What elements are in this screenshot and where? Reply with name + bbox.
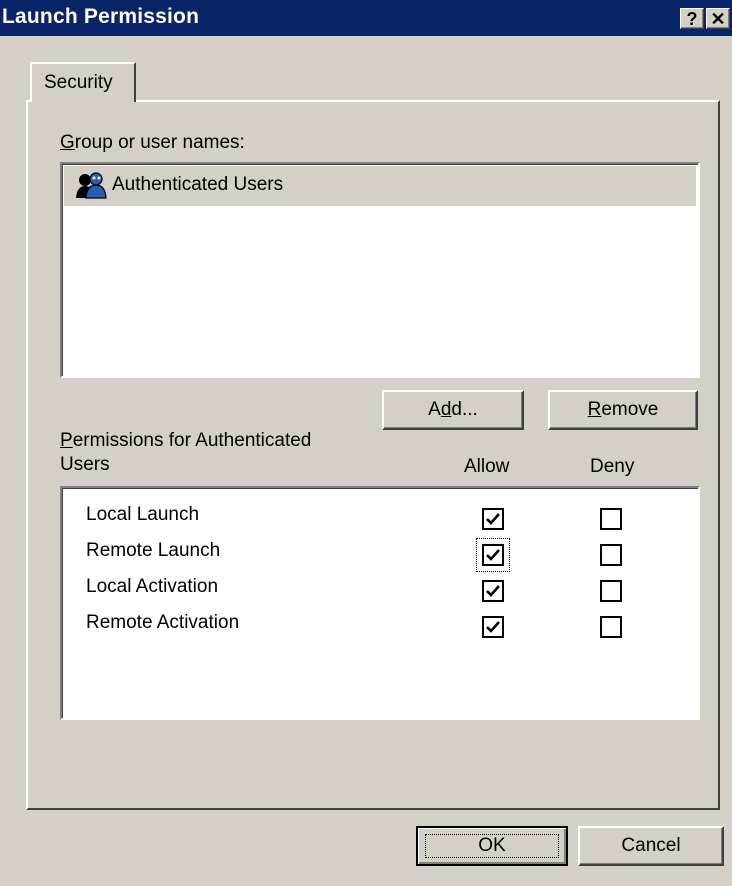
focus-rectangle — [425, 834, 559, 858]
cancel-button-label: Cancel — [621, 835, 681, 856]
close-icon[interactable]: ✕ — [706, 8, 730, 29]
allow-checkbox-remote-activation[interactable] — [482, 616, 504, 638]
permissions-list[interactable]: Local Launch Remote Launch Local Activat… — [60, 486, 700, 720]
permissions-label-line2: Users — [60, 454, 110, 475]
permission-row-remote-activation: Remote Activation — [62, 612, 698, 646]
window-title: Launch Permission — [2, 5, 200, 28]
deny-checkbox-local-activation[interactable] — [600, 580, 622, 602]
permission-name: Remote Activation — [86, 612, 240, 633]
group-user-list[interactable]: Authenticated Users — [60, 162, 700, 378]
tab-security[interactable]: Security — [30, 62, 136, 102]
group-users-icon — [76, 172, 107, 199]
title-bar[interactable]: Launch Permission ? ✕ — [0, 0, 732, 36]
deny-checkbox-remote-launch[interactable] — [600, 544, 622, 566]
permissions-label: Permissions for Authenticated — [60, 430, 312, 451]
permission-row-local-activation: Local Activation — [62, 576, 698, 610]
check-icon — [486, 549, 500, 561]
cancel-button[interactable]: Cancel — [578, 826, 724, 866]
list-item-authenticated-users[interactable]: Authenticated Users — [64, 166, 696, 206]
permission-name: Local Launch — [86, 504, 200, 525]
help-icon[interactable]: ? — [680, 8, 704, 29]
allow-column-header: Allow — [464, 456, 510, 477]
add-button[interactable]: Add... — [382, 390, 524, 430]
permission-row-local-launch: Local Launch — [62, 504, 698, 538]
ok-button[interactable]: OK — [416, 826, 568, 866]
allow-checkbox-local-launch[interactable] — [482, 508, 504, 530]
permission-name: Remote Launch — [86, 540, 221, 561]
permission-row-remote-launch: Remote Launch — [62, 538, 698, 574]
check-icon — [486, 513, 500, 525]
remove-button[interactable]: Remove — [548, 390, 698, 430]
group-or-user-names-label: Group or user names: — [60, 132, 245, 153]
deny-checkbox-local-launch[interactable] — [600, 508, 622, 530]
deny-checkbox-remote-activation[interactable] — [600, 616, 622, 638]
allow-checkbox-local-activation[interactable] — [482, 580, 504, 602]
allow-checkbox-remote-launch[interactable] — [482, 544, 504, 566]
check-icon — [486, 585, 500, 597]
check-icon — [486, 621, 500, 633]
deny-column-header: Deny — [590, 456, 635, 477]
permission-name: Local Activation — [86, 576, 219, 597]
list-item-label: Authenticated Users — [112, 174, 284, 195]
tab-security-label: Security — [44, 72, 113, 93]
